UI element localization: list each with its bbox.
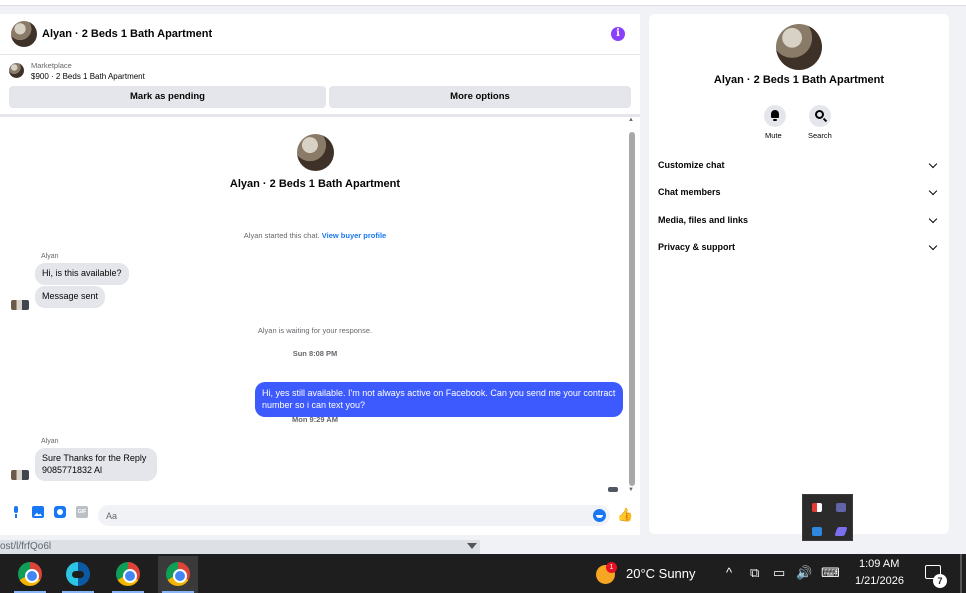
volume-icon[interactable]: 🔊 — [796, 565, 812, 581]
weather-badge: 1 — [606, 562, 617, 573]
timestamp: Mon 9:29 AM — [292, 415, 338, 424]
incoming-message[interactable]: Sure Thanks for the Reply 9085771832 Al — [35, 448, 157, 481]
photo-icon[interactable] — [32, 506, 44, 518]
tray-app-icon[interactable] — [812, 503, 822, 512]
top-strip — [0, 0, 966, 6]
network-icon[interactable]: ▭ — [773, 565, 785, 581]
mark-pending-button[interactable]: Mark as pending — [9, 86, 326, 108]
chrome-icon — [166, 562, 190, 586]
outgoing-message[interactable]: Hi, yes still available. I'm not always … — [255, 382, 623, 417]
more-options-button[interactable]: More options — [329, 86, 631, 108]
taskbar-chrome[interactable] — [108, 556, 148, 593]
teams-icon[interactable] — [836, 503, 846, 512]
info-icon[interactable]: i — [611, 27, 625, 41]
reply-line: Sure Thanks for the Reply — [42, 453, 147, 463]
bell-icon — [770, 110, 780, 121]
chat-panel: Alyan · 2 Beds 1 Bath Apartment i Market… — [0, 14, 640, 535]
incoming-message[interactable]: Message sent — [35, 286, 106, 308]
details-avatar[interactable] — [776, 24, 822, 70]
chrome-icon — [116, 562, 140, 586]
section-label: Customize chat — [658, 160, 725, 170]
sender-avatar — [11, 470, 29, 480]
chevron-down-icon — [928, 241, 938, 251]
chat-header: Alyan · 2 Beds 1 Bath Apartment i — [0, 14, 640, 55]
tray-overflow-flyout — [802, 494, 853, 541]
chat-details-panel: Alyan · 2 Beds 1 Bath Apartment Mute Sea… — [649, 14, 949, 534]
tray-app-icon[interactable] — [834, 527, 848, 536]
chevron-down-icon — [928, 186, 938, 196]
scroll-down-arrow[interactable]: ▼ — [628, 487, 634, 493]
waiting-notice: Alyan is waiting for your response. — [257, 326, 373, 335]
sender-avatar — [11, 300, 29, 310]
search-label: Search — [808, 131, 832, 140]
meet-now-icon[interactable]: ⧉ — [750, 565, 759, 581]
section-chat-members[interactable]: Chat members — [658, 186, 944, 197]
show-desktop-button[interactable] — [960, 554, 962, 593]
search-button[interactable] — [809, 105, 831, 127]
section-label: Chat members — [658, 187, 721, 197]
incoming-message[interactable]: Hi, is this available? — [35, 263, 129, 285]
scroll-up-arrow[interactable]: ▲ — [628, 117, 634, 123]
chat-title[interactable]: Alyan · 2 Beds 1 Bath Apartment — [42, 28, 212, 40]
section-media-files-links[interactable]: Media, files and links — [658, 214, 944, 225]
avatar[interactable] — [11, 21, 37, 47]
clock-time[interactable]: 1:09 AM — [859, 558, 899, 570]
chrome-icon — [18, 562, 42, 586]
microphone-icon[interactable] — [10, 506, 22, 518]
taskbar-chrome[interactable] — [10, 556, 50, 593]
sender-name: Alyan — [41, 253, 59, 260]
view-buyer-profile-link[interactable]: View buyer profile — [322, 231, 386, 240]
conversation-avatar[interactable] — [297, 134, 334, 171]
sender-name: Alyan — [41, 438, 59, 445]
clock-date[interactable]: 1/21/2026 — [855, 575, 904, 587]
section-label: Media, files and links — [658, 215, 749, 225]
taskbar-chrome[interactable] — [158, 556, 198, 593]
message-input[interactable] — [98, 505, 610, 526]
notification-count: 7 — [933, 574, 947, 588]
chat-started-text: Alyan started this chat. — [243, 231, 320, 240]
link-status-bar: ost/l/frfQo6l — [0, 540, 480, 554]
details-title: Alyan · 2 Beds 1 Bath Apartment — [713, 74, 885, 86]
like-icon[interactable]: 👍 — [617, 508, 633, 522]
section-label: Privacy & support — [658, 242, 736, 252]
chevron-down-icon — [928, 214, 938, 224]
chevron-down-icon — [928, 159, 938, 169]
sticker-icon[interactable] — [54, 506, 66, 518]
gif-icon[interactable]: GIF — [76, 506, 88, 518]
divider — [0, 114, 640, 117]
listing-line[interactable]: $900 · 2 Beds 1 Bath Apartment — [31, 72, 145, 81]
conversation-title: Alyan · 2 Beds 1 Bath Apartment — [229, 178, 401, 190]
seen-indicator-icon — [608, 487, 618, 492]
show-hidden-icons-icon[interactable]: ^ — [726, 565, 732, 580]
edge-icon — [66, 562, 90, 586]
reply-line: 9085771832 Al — [42, 464, 103, 475]
taskbar-edge[interactable] — [58, 556, 98, 593]
timestamp: Sun 8:08 PM — [292, 349, 338, 358]
chat-started-notice: Alyan started this chat. View buyer prof… — [0, 231, 630, 240]
search-icon — [815, 110, 824, 119]
tray-app-icon[interactable] — [812, 527, 822, 536]
mute-button[interactable] — [764, 105, 786, 127]
weather-text[interactable]: 20°C Sunny — [626, 566, 696, 581]
section-privacy-support[interactable]: Privacy & support — [658, 241, 944, 252]
marketplace-label: Marketplace — [31, 61, 72, 70]
keyboard-icon[interactable]: ⌨ — [821, 565, 840, 581]
mute-label: Mute — [765, 131, 782, 140]
listing-avatar — [9, 63, 24, 78]
section-customize-chat[interactable]: Customize chat — [658, 159, 944, 170]
status-caret-icon — [467, 543, 477, 549]
emoji-icon[interactable] — [593, 509, 606, 522]
